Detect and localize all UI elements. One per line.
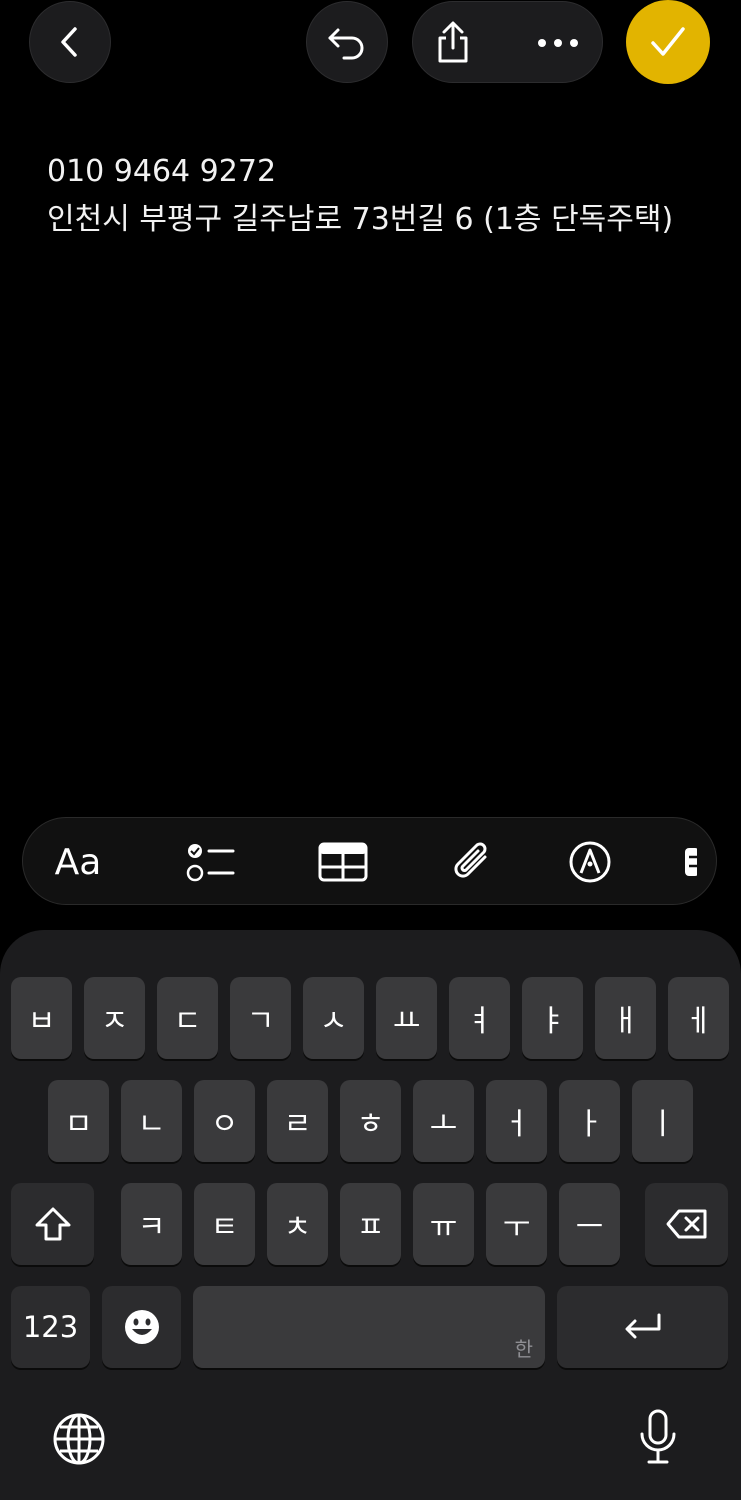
key-ㅣ[interactable]: ㅣ (632, 1080, 693, 1162)
key-ㅛ[interactable]: ㅛ (376, 977, 437, 1059)
key-ㅈ[interactable]: ㅈ (84, 977, 145, 1059)
space-language-hint: 한 (514, 1337, 533, 1361)
more-button[interactable] (537, 38, 579, 48)
key-ㅏ[interactable]: ㅏ (559, 1080, 620, 1162)
text-style-button[interactable]: Aa (43, 818, 113, 904)
key-ㅍ[interactable]: ㅍ (340, 1183, 401, 1265)
return-icon (625, 1313, 660, 1339)
key-ㄹ[interactable]: ㄹ (267, 1080, 328, 1162)
ellipsis-icon (538, 39, 578, 47)
undo-button[interactable] (306, 1, 388, 83)
key-ㅂ[interactable]: ㅂ (11, 977, 72, 1059)
keyboard: ㅂ ㅈ ㄷ ㄱ ㅅ ㅛ ㅕ ㅑ ㅐ ㅔ ㅁ ㄴ ㅇ ㄹ ㅎ ㅗ ㅓ ㅏ ㅣ ㅋ … (0, 930, 741, 1500)
pen-tip-icon (569, 841, 611, 883)
more-tools-button[interactable] (683, 818, 716, 904)
globe-button[interactable] (52, 1412, 106, 1466)
done-button[interactable] (626, 0, 710, 84)
emoji-icon (124, 1310, 159, 1344)
backspace-icon (666, 1209, 706, 1239)
dictation-button[interactable] (638, 1408, 678, 1466)
shift-icon (35, 1207, 70, 1241)
microphone-icon (640, 1409, 676, 1464)
checklist-icon (186, 844, 235, 882)
checklist-button[interactable] (173, 818, 247, 904)
key-ㅇ[interactable]: ㅇ (194, 1080, 255, 1162)
checkmark-icon (651, 27, 685, 56)
key-ㄷ[interactable]: ㄷ (157, 977, 218, 1059)
key-ㅗ[interactable]: ㅗ (413, 1080, 474, 1162)
key-ㅊ[interactable]: ㅊ (267, 1183, 328, 1265)
key-ㅕ[interactable]: ㅕ (449, 977, 510, 1059)
table-button[interactable] (308, 818, 378, 904)
numbers-key[interactable]: 123 (11, 1286, 90, 1368)
undo-icon (328, 28, 364, 60)
markup-button[interactable] (555, 818, 625, 904)
note-line-address: 인천시 부평구 길주남로 73번길 6 (1층 단독주택) (47, 202, 674, 237)
share-button[interactable] (433, 20, 473, 64)
globe-icon (53, 1413, 105, 1465)
attachment-button[interactable] (438, 818, 508, 904)
note-line-phone: 010 9464 9272 (47, 154, 277, 189)
key-ㅁ[interactable]: ㅁ (48, 1080, 109, 1162)
key-ㅅ[interactable]: ㅅ (303, 977, 364, 1059)
key-ㅡ[interactable]: ㅡ (559, 1183, 620, 1265)
key-ㅐ[interactable]: ㅐ (595, 977, 656, 1059)
shift-key[interactable] (11, 1183, 94, 1265)
space-key[interactable]: 한 (193, 1286, 545, 1368)
format-toolbar: Aa (22, 817, 717, 905)
share-icon (438, 21, 468, 63)
back-button[interactable] (29, 1, 111, 83)
key-ㄱ[interactable]: ㄱ (230, 977, 291, 1059)
key-ㄴ[interactable]: ㄴ (121, 1080, 182, 1162)
paperclip-icon (454, 842, 487, 878)
key-ㅎ[interactable]: ㅎ (340, 1080, 401, 1162)
key-ㅋ[interactable]: ㅋ (121, 1183, 182, 1265)
key-ㅜ[interactable]: ㅜ (486, 1183, 547, 1265)
chevron-left-icon (61, 27, 77, 57)
key-ㅓ[interactable]: ㅓ (486, 1080, 547, 1162)
note-body[interactable]: 010 9464 9272 인천시 부평구 길주남로 73번길 6 (1층 단독… (47, 148, 673, 244)
text-style-label: Aa (54, 841, 102, 883)
delete-key[interactable] (645, 1183, 728, 1265)
partial-tool-icon (685, 848, 697, 876)
table-icon (318, 842, 368, 882)
key-ㅑ[interactable]: ㅑ (522, 977, 583, 1059)
key-ㅠ[interactable]: ㅠ (413, 1183, 474, 1265)
key-ㅌ[interactable]: ㅌ (194, 1183, 255, 1265)
return-key[interactable] (557, 1286, 728, 1368)
share-more-group (412, 1, 603, 83)
key-ㅔ[interactable]: ㅔ (668, 977, 729, 1059)
emoji-key[interactable] (102, 1286, 181, 1368)
